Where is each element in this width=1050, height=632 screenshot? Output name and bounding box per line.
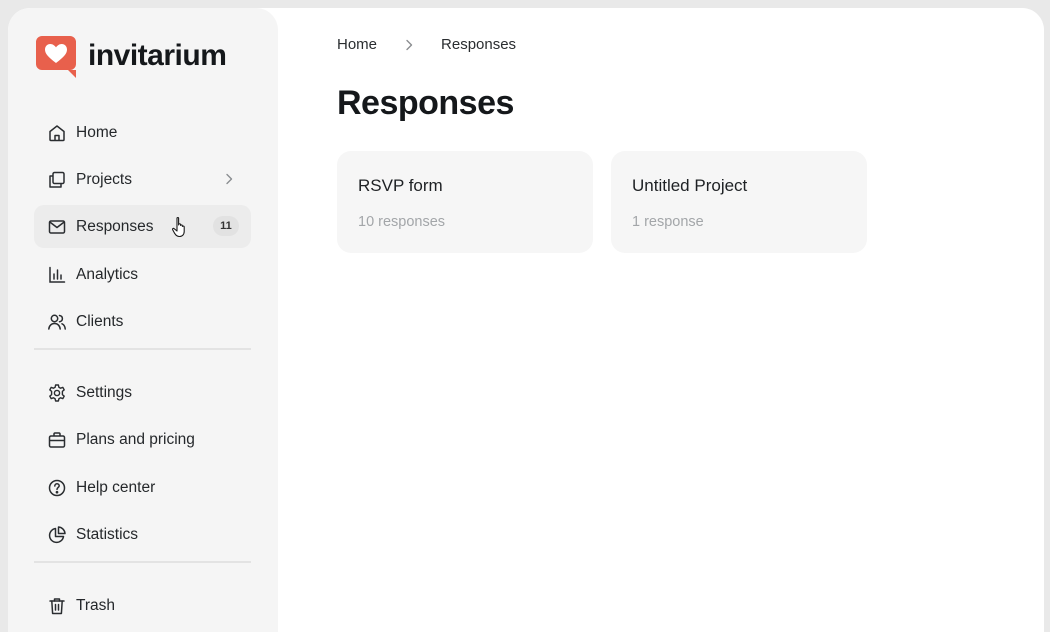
brand-logo[interactable]: invitarium xyxy=(34,34,227,78)
sidebar-item-label: Settings xyxy=(76,383,133,401)
project-card-response-count: 1 response xyxy=(632,214,704,230)
project-card-title: RSVP form xyxy=(358,176,443,195)
project-card-title: Untitled Project xyxy=(632,176,748,195)
sidebar-item-label: Help center xyxy=(76,478,156,496)
chevron-right-icon[interactable] xyxy=(221,171,237,187)
sidebar-item-responses[interactable]: Responses 11 xyxy=(34,205,251,248)
sidebar-item-help-center[interactable]: Help center xyxy=(34,466,251,509)
sidebar-item-settings[interactable]: Settings xyxy=(34,371,251,414)
project-card-response-count: 10 responses xyxy=(358,214,446,230)
sidebar-item-trash[interactable]: Trash xyxy=(34,584,251,627)
sidebar-item-label: Responses xyxy=(76,217,154,235)
sidebar-item-plans-and-pricing[interactable]: Plans and pricing xyxy=(34,418,251,461)
hand-pointer-cursor-icon xyxy=(171,216,185,238)
chevron-right-icon xyxy=(406,39,413,50)
project-card-rsvp-form[interactable]: RSVP form 10 responses xyxy=(337,151,593,253)
pie-chart-icon xyxy=(48,525,66,543)
sidebar-item-label: Plans and pricing xyxy=(76,430,195,448)
project-card-untitled-project[interactable]: Untitled Project 1 response xyxy=(611,151,867,253)
home-icon xyxy=(49,124,65,141)
sidebar: invitarium Home Projects Responses 11 An… xyxy=(8,8,278,632)
breadcrumb-current: Responses xyxy=(441,36,517,53)
help-icon xyxy=(48,479,66,496)
bar-chart-icon xyxy=(49,266,66,283)
sidebar-divider xyxy=(34,561,251,563)
sidebar-item-clients[interactable]: Clients xyxy=(34,300,251,343)
responses-count-badge: 11 xyxy=(213,216,239,236)
sidebar-item-projects[interactable]: Projects xyxy=(34,158,251,201)
gear-icon xyxy=(49,383,65,402)
sidebar-item-label: Trash xyxy=(76,596,116,614)
mail-icon xyxy=(48,219,66,234)
brand-name: invitarium xyxy=(88,39,227,72)
users-icon xyxy=(48,314,66,330)
sidebar-item-label: Analytics xyxy=(76,265,139,283)
trash-icon xyxy=(49,597,65,614)
app-window: invitarium Home Projects Responses 11 An… xyxy=(8,8,1044,632)
sidebar-item-label: Projects xyxy=(76,170,132,188)
sidebar-item-label: Statistics xyxy=(76,525,139,543)
sidebar-item-analytics[interactable]: Analytics xyxy=(34,253,251,296)
sidebar-divider xyxy=(34,348,251,350)
projects-icon xyxy=(49,171,65,188)
sidebar-item-label: Home xyxy=(76,123,118,141)
sidebar-item-label: Clients xyxy=(76,312,124,330)
page-title: Responses xyxy=(337,84,514,122)
sidebar-item-statistics[interactable]: Statistics xyxy=(34,513,251,556)
sidebar-item-home[interactable]: Home xyxy=(34,111,251,154)
heart-chat-icon xyxy=(36,36,76,78)
main-content: Home Responses Responses RSVP form 10 re… xyxy=(286,8,1044,632)
breadcrumb-home-link[interactable]: Home xyxy=(337,36,377,53)
breadcrumb: Home Responses xyxy=(337,36,516,53)
briefcase-icon xyxy=(48,431,66,448)
